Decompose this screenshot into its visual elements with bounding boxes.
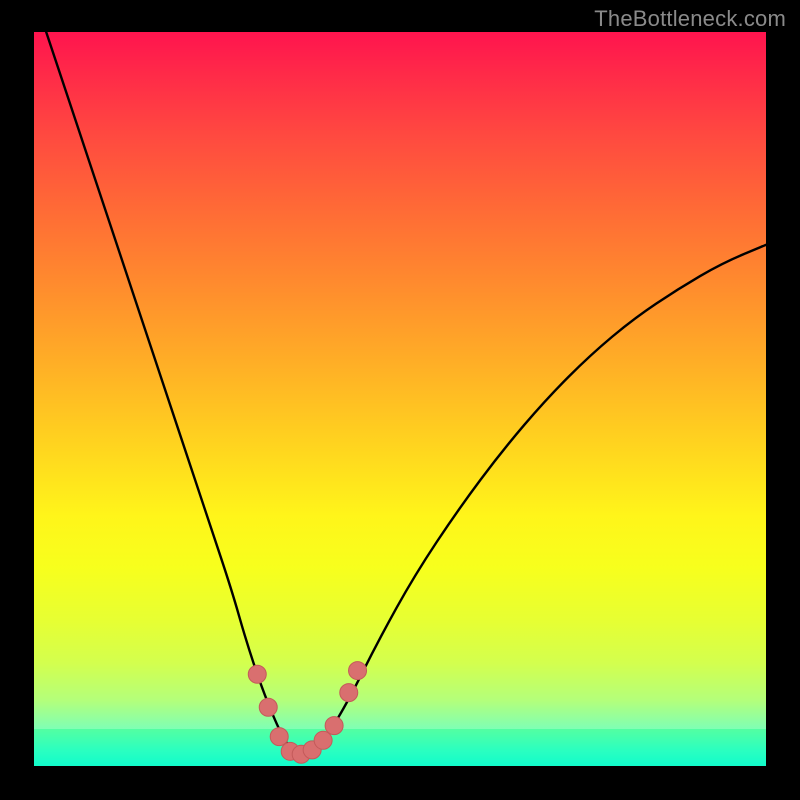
curve-marker <box>314 731 332 749</box>
curve-marker <box>340 684 358 702</box>
chart-frame: TheBottleneck.com <box>0 0 800 800</box>
watermark-text: TheBottleneck.com <box>594 6 786 32</box>
curve-markers <box>248 662 366 764</box>
curve-marker <box>325 717 343 735</box>
curve-marker <box>349 662 367 680</box>
curve-marker <box>248 665 266 683</box>
chart-svg <box>34 32 766 766</box>
curve-marker <box>270 728 288 746</box>
curve-marker <box>259 698 277 716</box>
bottleneck-curve <box>34 0 766 755</box>
